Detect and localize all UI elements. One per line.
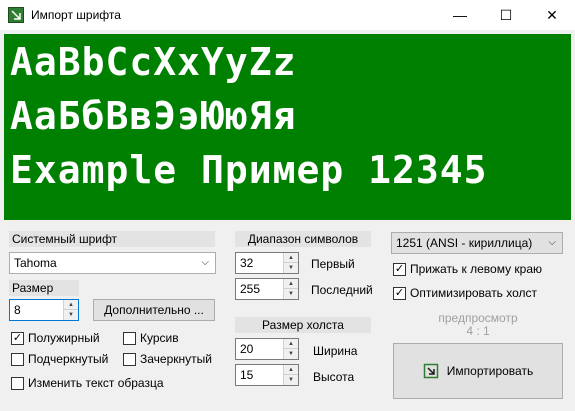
spin-down-icon[interactable]: ▼ [284, 375, 298, 385]
change-sample-label: Изменить текст образца [28, 376, 164, 390]
size-value: 8 [14, 303, 21, 317]
checkbox-box [11, 352, 24, 366]
chevron-down-icon: ⌵ [201, 257, 209, 268]
app-icon [8, 7, 24, 23]
first-char-spinner[interactable]: 32 ▲ ▼ [235, 252, 299, 274]
preview-line-cyrillic: АаБбВвЭэЮюЯя [10, 94, 297, 138]
import-button[interactable]: Импортировать [393, 343, 563, 399]
canvas-height-value: 15 [240, 368, 254, 382]
checkbox-box [11, 376, 24, 390]
system-font-header: Системный шрифт [9, 231, 215, 247]
size-spinner[interactable]: 8 ▲ ▼ [9, 299, 79, 321]
window-title: Импорт шрифта [31, 8, 121, 22]
bold-label: Полужирный [28, 331, 100, 345]
strikeout-checkbox[interactable]: Зачеркнутый [123, 352, 212, 366]
char-range-header: Диапазон символов [235, 231, 371, 247]
optimize-canvas-label: Оптимизировать холст [410, 286, 538, 300]
italic-checkbox[interactable]: Курсив [123, 331, 179, 345]
size-label: Размер [9, 280, 79, 296]
italic-label: Курсив [140, 331, 179, 345]
preview-line-example: Example Пример 12345 [10, 148, 488, 192]
spin-down-icon[interactable]: ▼ [284, 263, 298, 273]
chevron-down-icon: ⌵ [548, 237, 556, 248]
bold-checkbox[interactable]: ✓ Полужирный [11, 331, 100, 345]
close-button[interactable]: ✕ [529, 0, 575, 30]
preview-scale-value: 4 : 1 [466, 324, 490, 338]
canvas-width-label: Ширина [313, 344, 358, 358]
spin-down-icon[interactable]: ▼ [64, 310, 78, 320]
align-left-checkbox[interactable]: ✓ Прижать к левому краю [393, 262, 542, 276]
spin-up-icon[interactable]: ▲ [64, 300, 78, 310]
advanced-button[interactable]: Дополнительно ... [93, 299, 215, 321]
align-left-label: Прижать к левому краю [410, 262, 543, 276]
check-icon: ✓ [393, 262, 406, 276]
codepage-combo[interactable]: 1251 (ANSI - кириллица) ⌵ [391, 232, 563, 254]
change-sample-checkbox[interactable]: Изменить текст образца [11, 376, 164, 390]
optimize-canvas-checkbox[interactable]: ✓ Оптимизировать холст [393, 286, 537, 300]
spin-down-icon[interactable]: ▼ [284, 289, 298, 299]
maximize-button[interactable]: ☐ [483, 0, 529, 30]
canvas-width-spinner[interactable]: 20 ▲ ▼ [235, 338, 299, 360]
first-char-value: 32 [240, 256, 254, 270]
spin-up-icon[interactable]: ▲ [284, 279, 298, 289]
canvas-width-value: 20 [240, 342, 254, 356]
preview-scale-label: предпросмотр [438, 311, 518, 325]
codepage-value: 1251 (ANSI - кириллица) [396, 236, 533, 250]
font-name-combo[interactable]: Tahoma ⌵ [9, 252, 216, 274]
preview-line-latin: AaBbCcXxYyZz [10, 40, 297, 84]
first-char-label: Первый [311, 257, 355, 271]
font-name-value: Tahoma [14, 256, 57, 270]
underline-checkbox[interactable]: Подчеркнутый [11, 352, 108, 366]
check-icon: ✓ [393, 286, 406, 300]
minimize-button[interactable]: — [437, 0, 483, 30]
font-preview: AaBbCcXxYyZz АаБбВвЭэЮюЯя Example Пример… [4, 34, 571, 220]
checkbox-box [123, 352, 136, 366]
strikeout-label: Зачеркнутый [140, 352, 212, 366]
last-char-label: Последний [311, 283, 373, 297]
checkbox-box [123, 331, 136, 345]
underline-label: Подчеркнутый [28, 352, 109, 366]
import-icon [423, 363, 439, 379]
canvas-size-header: Размер холста [235, 317, 371, 333]
spin-up-icon[interactable]: ▲ [284, 253, 298, 263]
last-char-value: 255 [240, 282, 261, 296]
spin-up-icon[interactable]: ▲ [284, 339, 298, 349]
spin-up-icon[interactable]: ▲ [284, 365, 298, 375]
last-char-spinner[interactable]: 255 ▲ ▼ [235, 278, 299, 300]
canvas-height-label: Высота [313, 370, 355, 384]
import-button-label: Импортировать [446, 364, 534, 378]
title-bar: Импорт шрифта — ☐ ✕ [0, 0, 575, 30]
canvas-height-spinner[interactable]: 15 ▲ ▼ [235, 364, 299, 386]
check-icon: ✓ [11, 331, 24, 345]
spin-down-icon[interactable]: ▼ [284, 349, 298, 359]
